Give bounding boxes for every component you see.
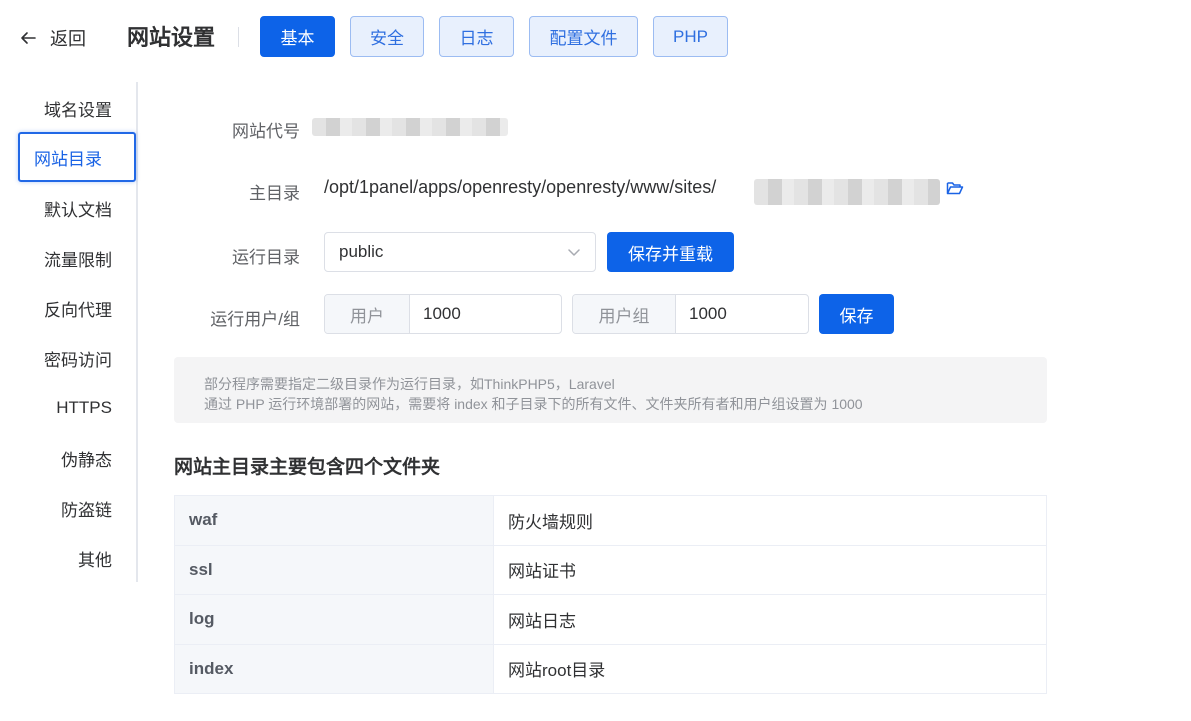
run-dir-label: 运行目录 (232, 248, 300, 267)
table-row: waf 防火墙规则 (174, 495, 1047, 546)
sidebar-item-reverse-proxy[interactable]: 反向代理 (44, 292, 112, 324)
user-prefix: 用户 (325, 295, 410, 333)
sidebar-item-other[interactable]: 其他 (78, 542, 112, 574)
site-code-label: 网站代号 (232, 122, 300, 141)
sidebar-item-rewrite[interactable]: 伪静态 (61, 442, 112, 474)
folder-desc: 网站证书 (493, 544, 1047, 595)
folder-open-icon[interactable] (946, 180, 964, 196)
sidebar-item-domain[interactable]: 域名设置 (44, 92, 112, 124)
folder-desc: 网站root目录 (493, 643, 1047, 694)
run-dir-select[interactable]: public (324, 232, 596, 272)
group-prefix: 用户组 (573, 295, 676, 333)
folder-name: ssl (174, 544, 494, 595)
sidebar-item-https[interactable]: HTTPS (56, 392, 112, 424)
group-input[interactable]: 1000 (676, 295, 808, 333)
sidebar-item-hotlink[interactable]: 防盗链 (61, 492, 112, 524)
tab-security[interactable]: 安全 (350, 16, 424, 57)
main-dir-path: /opt/1panel/apps/openresty/openresty/www… (324, 177, 717, 197)
tip-line-1: 部分程序需要指定二级目录作为运行目录，如ThinkPHP5，Laravel (204, 376, 615, 392)
page-header: 返回 网站设置 基本 安全 日志 配置文件 PHP (0, 0, 1191, 76)
folders-table: waf 防火墙规则 ssl 网站证书 log 网站日志 index 网站root… (174, 495, 1047, 694)
back-button[interactable]: 返回 (18, 24, 86, 52)
sidebar-item-site-directory[interactable]: 网站目录 (18, 132, 136, 182)
sidebar-item-password-access[interactable]: 密码访问 (44, 342, 112, 374)
table-row: ssl 网站证书 (174, 544, 1047, 595)
user-input[interactable]: 1000 (410, 295, 561, 333)
main-dir-label: 主目录 (249, 184, 300, 203)
site-code-value-redacted (312, 118, 508, 136)
run-user-label: 运行用户/组 (210, 310, 300, 329)
sidebar-item-rate-limit[interactable]: 流量限制 (44, 242, 112, 274)
settings-sidebar: 域名设置 网站目录 默认文档 流量限制 反向代理 密码访问 HTTPS 伪静态 … (0, 82, 138, 582)
table-row: log 网站日志 (174, 594, 1047, 645)
user-input-group: 用户 1000 (324, 294, 562, 334)
folder-desc: 网站日志 (493, 594, 1047, 645)
folder-name: index (174, 643, 494, 694)
folders-section-title: 网站主目录主要包含四个文件夹 (174, 457, 441, 478)
save-and-reload-button[interactable]: 保存并重载 (607, 232, 734, 272)
save-button[interactable]: 保存 (819, 294, 894, 334)
sidebar-item-default-doc[interactable]: 默认文档 (44, 192, 112, 224)
tab-config-file[interactable]: 配置文件 (529, 16, 638, 57)
tab-basic[interactable]: 基本 (260, 16, 335, 57)
table-row: index 网站root目录 (174, 643, 1047, 694)
folder-name: waf (174, 495, 494, 546)
folder-name: log (174, 594, 494, 645)
run-dir-value: public (339, 242, 384, 261)
tip-line-2: 通过 PHP 运行环境部署的网站，需要将 index 和子目录下的所有文件、文件… (204, 396, 863, 412)
chevron-down-icon (568, 249, 580, 256)
group-input-group: 用户组 1000 (572, 294, 809, 334)
main-dir-path-redacted (754, 179, 940, 205)
tab-php[interactable]: PHP (653, 16, 728, 57)
folder-desc: 防火墙规则 (493, 495, 1047, 546)
tab-log[interactable]: 日志 (439, 16, 514, 57)
info-tip: 部分程序需要指定二级目录作为运行目录，如ThinkPHP5，Laravel 通过… (174, 357, 1047, 423)
title-divider (238, 27, 239, 47)
arrow-left-icon (21, 32, 36, 44)
page-title: 网站设置 (127, 25, 216, 50)
back-label: 返回 (50, 29, 86, 49)
